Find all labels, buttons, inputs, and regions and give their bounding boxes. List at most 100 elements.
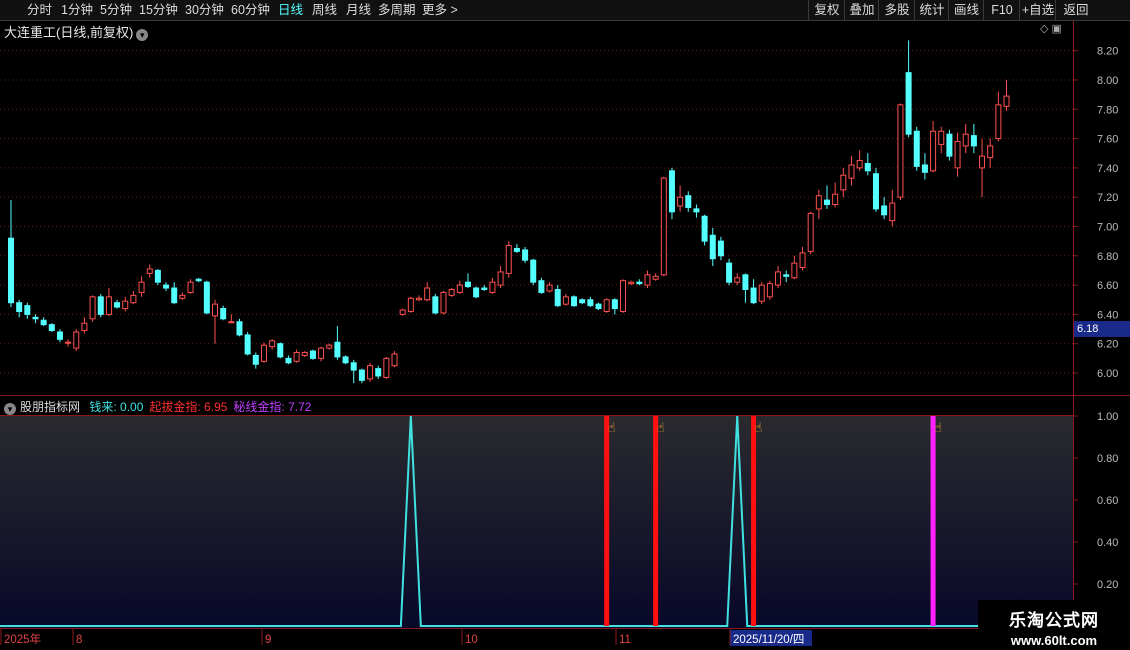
candle-body	[89, 296, 96, 320]
candle-body	[154, 269, 161, 283]
pointer-hand-icon: ☝	[608, 421, 616, 436]
period-tab-3[interactable]: 15分钟	[139, 2, 178, 18]
x-tick-label: 8	[76, 634, 82, 646]
candle-body	[595, 303, 602, 310]
panel-toggle-icon[interactable]: ▣	[1052, 23, 1062, 35]
candle-body	[236, 321, 243, 336]
candle-body	[407, 297, 414, 312]
candle-body	[252, 354, 259, 365]
candle-body	[456, 284, 463, 293]
toolbar-button-5[interactable]: F10	[983, 0, 1020, 20]
toolbar-button-6[interactable]: +自选	[1019, 0, 1056, 20]
candle-body	[318, 347, 325, 359]
candle-body	[897, 104, 904, 198]
candle-body	[668, 170, 675, 213]
candle-body	[905, 72, 912, 135]
candle-body	[481, 287, 488, 290]
toolbar-button-7[interactable]: 返回	[1055, 0, 1096, 20]
candle-body	[628, 281, 635, 285]
period-tab-9[interactable]: 多周期	[378, 2, 416, 18]
candle-body	[105, 296, 112, 315]
diamond-icon[interactable]: ◇	[1040, 23, 1048, 35]
period-tab-8[interactable]: 月线	[346, 2, 371, 18]
watermark-title: 乐淘公式网	[1009, 611, 1099, 630]
toolbar-button-2[interactable]: 多股	[878, 0, 915, 20]
pointer-hand-icon: ☝	[657, 421, 665, 436]
period-tab-6[interactable]: 日线	[278, 2, 303, 18]
candle-body	[530, 259, 537, 283]
pointer-hand-icon: ☝	[934, 421, 942, 436]
candle-body	[987, 145, 994, 159]
candle-body	[824, 199, 830, 206]
candle-body	[636, 281, 643, 285]
candle-body	[685, 195, 692, 208]
toolbar-button-0[interactable]: 复权	[808, 0, 845, 20]
y-tick-label: 7.00	[1097, 221, 1118, 233]
watermark-url: www.60lt.com	[1010, 633, 1098, 648]
candle-body	[864, 162, 871, 172]
candle-body	[775, 271, 782, 286]
candle-body	[815, 195, 822, 210]
candle-body	[383, 357, 390, 378]
x-tick-label: 2025年	[4, 632, 41, 646]
indicator-panel-bg	[0, 416, 1073, 628]
candle-body	[163, 284, 170, 289]
candle-body	[701, 215, 708, 242]
toolbar-button-3[interactable]: 统计	[914, 0, 949, 20]
candle-body	[350, 362, 357, 371]
y-axis: 8.20 8.00 7.80 7.60 7.40 7.20 7.00 6.80 6.60 6.40…	[1073, 46, 1118, 591]
candle-body	[130, 294, 137, 304]
y-tick-label: 6.60	[1097, 280, 1118, 292]
candle-body	[40, 319, 47, 326]
candle-body	[546, 284, 553, 292]
y-tick-label: 6.20	[1097, 339, 1118, 351]
candle-body	[505, 245, 512, 274]
candle-body	[807, 212, 814, 252]
chevron-down-icon[interactable]: ▾	[4, 403, 16, 415]
candle-body	[579, 299, 586, 304]
candle-body	[750, 287, 757, 304]
candle-body	[277, 343, 284, 358]
y-tick-label: 6.00	[1097, 368, 1118, 380]
candle-body	[497, 271, 504, 286]
y-tick-label: 7.60	[1097, 134, 1118, 146]
toolbar-button-4[interactable]: 画线	[948, 0, 984, 20]
candle-body	[195, 278, 202, 282]
candle-body	[881, 205, 888, 216]
candle-body	[220, 308, 227, 320]
candle-body	[8, 237, 14, 304]
candle-body	[693, 208, 700, 213]
candle-body	[620, 280, 626, 312]
period-tab-4[interactable]: 30分钟	[185, 2, 224, 18]
candle-body	[65, 341, 72, 344]
candle-body	[660, 177, 667, 276]
period-tab-1[interactable]: 1分钟	[61, 2, 93, 18]
candle-body	[571, 296, 578, 307]
period-tab-7[interactable]: 周线	[312, 2, 337, 18]
candle-body	[758, 284, 765, 302]
candle-body	[962, 133, 969, 147]
y-tick-label: 7.20	[1097, 192, 1118, 204]
toolbar-button-1[interactable]: 叠加	[844, 0, 879, 20]
period-tab-10[interactable]: 更多 >	[422, 2, 458, 18]
indicator-param-1: 起拔金指: 6.95	[149, 400, 228, 414]
period-tab-5[interactable]: 60分钟	[231, 2, 270, 18]
candle-body	[522, 249, 529, 261]
secret-signal-bar	[930, 416, 936, 626]
candle-body	[513, 247, 520, 252]
period-tab-2[interactable]: 5分钟	[100, 2, 132, 18]
kline-chart[interactable]: ☝ ☝ ☝ ☝ 8.20 8.00 7.80 7.60 7.40 7.20 7.00 6.80 6.6…	[0, 0, 1130, 650]
candle-body	[921, 164, 928, 173]
candle-body	[138, 281, 145, 293]
period-tab-0[interactable]: 分时	[27, 2, 52, 18]
candle-body	[709, 234, 716, 260]
candle-body	[464, 281, 471, 288]
candle-body	[432, 296, 439, 314]
candle-body	[946, 133, 953, 157]
candle-body	[171, 287, 178, 304]
chevron-down-icon[interactable]: ▾	[136, 29, 149, 41]
indicator-name[interactable]: 股朋指标网	[20, 400, 80, 414]
candle-body	[954, 141, 961, 169]
x-tick-label: 9	[265, 634, 271, 646]
candle-body	[228, 321, 235, 324]
